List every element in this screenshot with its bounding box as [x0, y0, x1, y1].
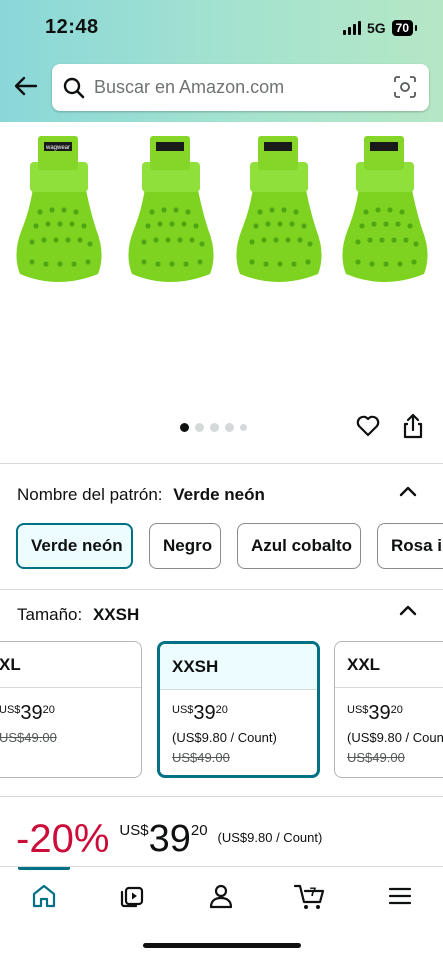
active-tab-indicator — [18, 867, 70, 870]
size-options: XL US$ 39 20 US$49.00 XXSH US$ 39 20 (US$9.8… — [0, 641, 443, 779]
pager-dot[interactable] — [210, 423, 219, 432]
size-option-list-price: US$49.00 — [347, 750, 405, 765]
product-boot-image — [236, 136, 322, 282]
size-selector-header[interactable]: Tamaño: XXSH — [17, 605, 139, 625]
share-icon[interactable] — [400, 412, 426, 440]
size-option-xl[interactable]: XL US$ 39 20 US$49.00 — [0, 641, 142, 778]
heart-icon[interactable] — [355, 413, 381, 439]
status-time: 12:48 — [45, 16, 99, 38]
price-currency: US$ — [119, 822, 149, 839]
screen: 12:48 5G 70 Buscar en Amazon.com wagwear… — [0, 0, 443, 960]
size-option-xxsh[interactable]: XXSH US$ 39 20 (US$9.80 / Count) US$49.00 — [157, 641, 320, 778]
price-whole: 39 — [148, 818, 191, 860]
pattern-selector-header[interactable]: Nombre del patrón: Verde neón — [17, 485, 265, 505]
pattern-options: Verde neón Negro Azul cobalto Rosa in — [16, 523, 443, 569]
cart-icon[interactable]: 7 — [293, 882, 327, 910]
network-type: 5G — [366, 20, 386, 36]
size-option-price: US$ 39 20 — [0, 702, 55, 724]
product-boot-image — [128, 136, 214, 282]
size-option-name: XXL — [335, 642, 443, 688]
size-option-unit-price: (US$9.80 / Count) — [172, 730, 277, 745]
camera-scan-icon[interactable] — [393, 75, 417, 99]
unit-price: (US$9.80 / Count) — [217, 830, 323, 845]
size-option-list-price: US$49.00 — [172, 750, 230, 765]
chevron-up-icon[interactable] — [399, 485, 417, 497]
video-icon[interactable] — [118, 882, 146, 910]
size-selected-value: XXSH — [92, 605, 140, 624]
pattern-label: Nombre del patrón: — [17, 485, 163, 504]
app-header: 12:48 5G 70 Buscar en Amazon.com — [0, 0, 443, 122]
chevron-up-icon[interactable] — [399, 604, 417, 616]
signal-icon — [342, 21, 361, 35]
pattern-option-verde-neon[interactable]: Verde neón — [16, 523, 133, 569]
battery-icon: 70 — [391, 20, 418, 36]
section-divider — [0, 463, 443, 464]
menu-icon[interactable] — [386, 882, 414, 910]
brand-print: wagwear — [45, 145, 70, 151]
product-boot-image: wagwear — [16, 136, 102, 282]
pager-dot[interactable] — [195, 423, 204, 432]
pattern-option-rosa[interactable]: Rosa in — [377, 523, 443, 569]
pattern-option-azul-cobalto[interactable]: Azul cobalto — [237, 523, 361, 569]
size-label: Tamaño: — [17, 605, 83, 624]
size-option-name: XL — [0, 642, 141, 688]
back-arrow-icon[interactable] — [12, 72, 40, 100]
size-option-xxl[interactable]: XXL US$ 39 20 (US$9.80 / Coun US$49.00 — [334, 641, 443, 778]
status-icons: 5G 70 — [342, 20, 418, 36]
search-placeholder: Buscar en Amazon.com — [94, 77, 285, 97]
pager-dot[interactable] — [180, 423, 189, 432]
pager-dot[interactable] — [240, 424, 247, 431]
image-pager[interactable] — [180, 423, 247, 432]
home-icon[interactable] — [30, 882, 58, 910]
cart-count-badge: 7 — [310, 885, 317, 899]
search-input[interactable]: Buscar en Amazon.com — [52, 64, 429, 111]
size-option-name: XXSH — [160, 644, 317, 690]
section-divider — [0, 796, 443, 797]
product-boot-image — [342, 136, 428, 282]
size-option-price: US$ 39 20 — [172, 702, 228, 724]
pattern-selected-value: Verde neón — [173, 485, 265, 504]
product-gallery[interactable]: wagwear — [0, 122, 443, 462]
search-icon — [63, 77, 85, 98]
discount-percent: -20% — [16, 817, 110, 861]
size-option-unit-price: (US$9.80 / Coun — [347, 730, 443, 745]
deal-price: -20% US$ 39 20 (US$9.80 / Count) — [16, 816, 322, 862]
section-divider — [0, 589, 443, 590]
price-cents: 20 — [190, 822, 208, 839]
size-option-price: US$ 39 20 — [347, 702, 403, 724]
account-icon[interactable] — [207, 882, 235, 910]
pager-dot[interactable] — [225, 423, 234, 432]
pattern-option-negro[interactable]: Negro — [149, 523, 221, 569]
size-option-list-price: US$49.00 — [0, 730, 57, 745]
home-indicator — [143, 943, 301, 948]
